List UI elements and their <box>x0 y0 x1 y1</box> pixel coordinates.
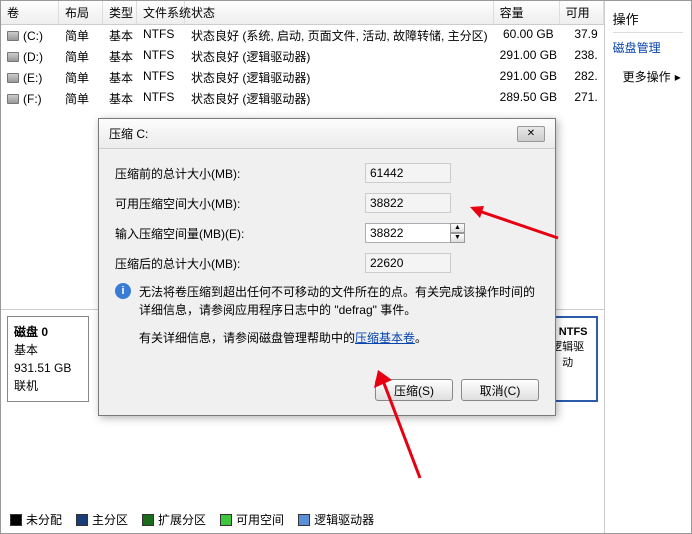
info-icon: i <box>115 283 131 299</box>
label-avail-shrink: 可用压缩空间大小(MB): <box>115 195 365 212</box>
table-row[interactable]: (D:)简单基本NTFS状态良好 (逻辑驱动器)291.00 GB238. <box>1 46 604 67</box>
table-row[interactable]: (F:)简单基本NTFS状态良好 (逻辑驱动器)289.50 GB271. <box>1 88 604 109</box>
spinner-down[interactable]: ▼ <box>450 233 465 243</box>
disk-status: 联机 <box>14 377 82 395</box>
col-available[interactable]: 可用 <box>560 1 604 24</box>
close-icon: ✕ <box>527 128 535 139</box>
disk-title: 磁盘 0 <box>14 323 82 341</box>
value-size-before: 61442 <box>365 163 451 183</box>
value-size-after: 22620 <box>365 253 451 273</box>
label-size-after: 压缩后的总计大小(MB): <box>115 255 365 272</box>
label-size-before: 压缩前的总计大小(MB): <box>115 165 365 182</box>
col-capacity[interactable]: 容量 <box>494 1 560 24</box>
chevron-right-icon: ▸ <box>675 70 681 84</box>
table-row[interactable]: (C:)简单基本NTFS状态良好 (系统, 启动, 页面文件, 活动, 故障转储… <box>1 25 604 46</box>
info-text-2: 有关详细信息，请参阅磁盘管理帮助中的压缩基本卷。 <box>139 329 427 347</box>
info-text-1: 无法将卷压缩到超出任何不可移动的文件所在的点。有关完成该操作时间的 详细信息，请… <box>139 283 535 319</box>
col-filesystem[interactable]: 文件系统 <box>137 1 185 24</box>
disk-icon <box>7 52 19 62</box>
col-type[interactable]: 类型 <box>103 1 137 24</box>
volumes-table: 卷 布局 类型 文件系统 状态 容量 可用 (C:)简单基本NTFS状态良好 (… <box>1 1 604 109</box>
shrink-help-link[interactable]: 压缩基本卷 <box>355 331 415 345</box>
disk-icon <box>7 73 19 83</box>
input-shrink-amount[interactable] <box>365 223 451 243</box>
dialog-title: 压缩 C: <box>109 125 148 142</box>
col-layout[interactable]: 布局 <box>59 1 103 24</box>
col-volume[interactable]: 卷 <box>1 1 59 24</box>
table-header: 卷 布局 类型 文件系统 状态 容量 可用 <box>1 1 604 25</box>
disk-info-box: 磁盘 0 基本 931.51 GB 联机 <box>7 316 89 402</box>
shrink-button[interactable]: 压缩(S) <box>375 379 453 401</box>
more-actions[interactable]: 更多操作 ▸ <box>613 58 683 85</box>
legend: 未分配 主分区 扩展分区 可用空间 逻辑驱动器 <box>10 511 374 528</box>
disk-management-link[interactable]: 磁盘管理 <box>613 33 683 58</box>
disk-type: 基本 <box>14 341 82 359</box>
disk-icon <box>7 31 19 41</box>
actions-pane: 操作 磁盘管理 更多操作 ▸ <box>605 1 691 533</box>
actions-title: 操作 <box>613 5 683 33</box>
shrink-dialog: 压缩 C: ✕ 压缩前的总计大小(MB): 61442 可用压缩空间大小(MB)… <box>98 118 556 416</box>
label-shrink-amount: 输入压缩空间量(MB)(E): <box>115 225 365 242</box>
value-avail-shrink: 38822 <box>365 193 451 213</box>
disk-size: 931.51 GB <box>14 359 82 377</box>
disk-icon <box>7 94 19 104</box>
dialog-close-button[interactable]: ✕ <box>517 126 545 142</box>
spinner-up[interactable]: ▲ <box>450 223 465 233</box>
col-status[interactable]: 状态 <box>185 1 494 24</box>
cancel-button[interactable]: 取消(C) <box>461 379 539 401</box>
table-row[interactable]: (E:)简单基本NTFS状态良好 (逻辑驱动器)291.00 GB282. <box>1 67 604 88</box>
